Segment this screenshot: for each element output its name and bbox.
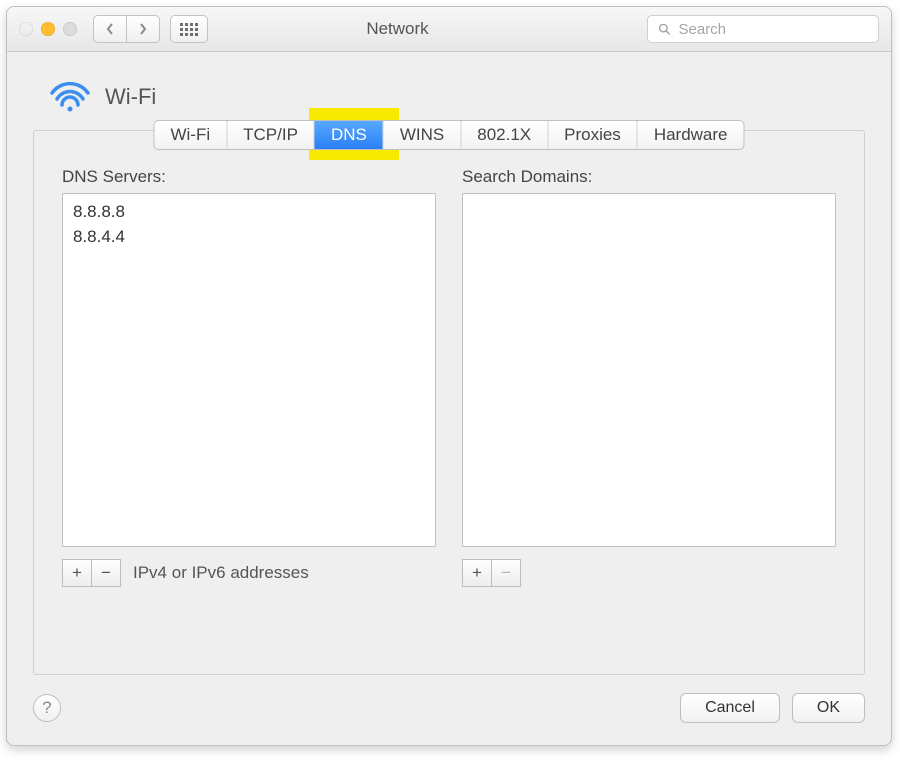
help-button[interactable]: ? [33,694,61,722]
minimize-window-button[interactable] [41,22,55,36]
tab-wifi[interactable]: Wi-Fi [154,121,227,149]
search-domains-list[interactable] [462,193,836,547]
dns-hint-text: IPv4 or IPv6 addresses [133,563,309,583]
chevron-left-icon [105,22,115,36]
tab-tcpip[interactable]: TCP/IP [227,121,315,149]
remove-search-domain-button[interactable]: − [492,559,521,587]
add-search-domain-button[interactable]: + [462,559,492,587]
window-controls [19,22,77,36]
tab-hardware[interactable]: Hardware [638,121,744,149]
interface-name: Wi-Fi [105,84,156,110]
remove-dns-server-button[interactable]: − [92,559,121,587]
tab-proxies[interactable]: Proxies [548,121,638,149]
interface-header: Wi-Fi [49,82,865,112]
search-field[interactable] [647,15,879,43]
search-icon [658,22,671,36]
close-window-button[interactable] [19,22,33,36]
dns-servers-label: DNS Servers: [62,167,436,187]
tab-dns[interactable]: DNS [315,121,384,149]
pane-body: Wi-Fi Wi-Fi TCP/IP DNS WINS 802.1X Proxi… [7,52,891,745]
back-button[interactable] [93,15,127,43]
zoom-window-button[interactable] [63,22,77,36]
footer: ? Cancel OK [33,693,865,723]
wifi-icon [49,82,91,112]
window-title: Network [148,19,647,39]
list-item[interactable]: 8.8.4.4 [73,225,425,250]
tab-wins[interactable]: WINS [384,121,461,149]
list-item[interactable]: 8.8.8.8 [73,200,425,225]
cancel-button[interactable]: Cancel [680,693,780,723]
dns-panel: DNS Servers: 8.8.8.88.8.4.4 + − IPv4 or … [33,130,865,675]
search-input[interactable] [677,20,869,39]
dns-servers-col: DNS Servers: 8.8.8.88.8.4.4 + − IPv4 or … [62,167,436,587]
network-prefpane-window: Network Wi-Fi Wi-Fi TCP/IP DN [6,6,892,746]
titlebar: Network [7,7,891,52]
tab-8021x[interactable]: 802.1X [461,121,548,149]
tab-bar: Wi-Fi TCP/IP DNS WINS 802.1X Proxies Har… [153,120,744,150]
ok-button[interactable]: OK [792,693,865,723]
chevron-right-icon [138,22,148,36]
search-domains-label: Search Domains: [462,167,836,187]
search-domains-col: Search Domains: + − [462,167,836,587]
add-dns-server-button[interactable]: + [62,559,92,587]
dns-servers-list[interactable]: 8.8.8.88.8.4.4 [62,193,436,547]
